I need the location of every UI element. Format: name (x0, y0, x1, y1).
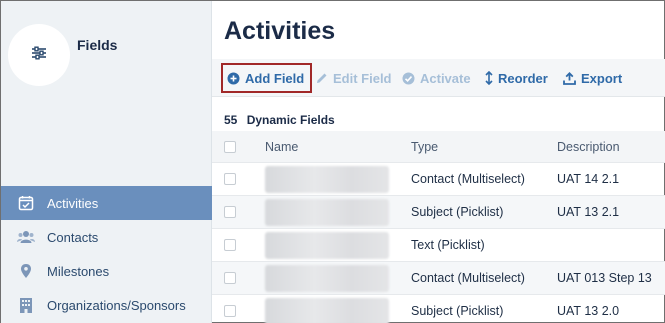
map-pin-icon (17, 262, 35, 280)
row-checkbox[interactable] (224, 272, 236, 284)
activate-button[interactable]: Activate (402, 63, 471, 93)
column-header-name[interactable]: Name (265, 131, 390, 162)
table-header: Name Type Description (212, 131, 665, 163)
redacted-name (265, 198, 389, 226)
cell-type: Subject (Picklist) (411, 304, 504, 318)
cell-type: Contact (Multiselect) (411, 271, 525, 285)
sidebar-item-label: Milestones (47, 263, 110, 279)
cell-type: Subject (Picklist) (411, 205, 504, 219)
plus-circle-icon (227, 72, 240, 85)
edit-field-label: Edit Field (333, 70, 392, 86)
fields-table: Name Type Description Contact (Multisele… (212, 131, 665, 323)
add-field-label: Add Field (245, 70, 305, 86)
users-icon (17, 228, 35, 246)
select-all-checkbox[interactable] (224, 140, 236, 153)
table-row[interactable]: Subject (Picklist) UAT 13 2.1 (212, 196, 665, 229)
reorder-label: Reorder (498, 70, 548, 86)
sidebar-item-activities[interactable]: Activities (1, 186, 212, 220)
sidebar-item-label: Organizations/Sponsors (47, 297, 186, 313)
sidebar-item-organizations[interactable]: Organizations/Sponsors (1, 288, 212, 322)
field-count-number: 55 (224, 113, 238, 127)
cell-description: UAT 13 2.1 (557, 205, 620, 219)
cell-description: UAT 13 2.0 (557, 304, 620, 318)
cell-description: UAT 14 2.1 (557, 172, 620, 186)
field-count: 55 Dynamic Fields (224, 113, 335, 127)
export-label: Export (581, 70, 623, 86)
redacted-name (265, 264, 389, 292)
page-title: Activities (224, 17, 336, 45)
table-row[interactable]: Text (Picklist) (212, 229, 665, 262)
export-button[interactable]: Export (563, 63, 622, 93)
redacted-name (265, 165, 389, 193)
sidebar-item-milestones[interactable]: Milestones (1, 254, 212, 288)
redacted-name (265, 231, 389, 259)
arrows-vertical-icon (485, 71, 493, 85)
cell-description (557, 229, 665, 261)
field-count-label: Dynamic Fields (246, 113, 335, 127)
cell-type: Text (Picklist) (411, 238, 485, 252)
table-row[interactable]: Contact (Multiselect) UAT 14 2.1 (212, 163, 665, 196)
upload-icon (563, 71, 576, 85)
main-panel: Activities Add Field Edit Field Activate… (212, 1, 665, 323)
check-circle-icon (402, 72, 415, 85)
row-checkbox[interactable] (224, 173, 236, 185)
sidebar-item-label: Activities (47, 195, 99, 211)
row-checkbox[interactable] (224, 239, 236, 251)
sidebar: Fields Activities Contacts Milestones Or… (1, 1, 212, 323)
column-header-description[interactable]: Description (557, 131, 665, 162)
toolbar: Add Field Edit Field Activate Reorder Ex… (212, 59, 665, 97)
sidebar-item-contacts[interactable]: Contacts (1, 220, 212, 254)
cell-type: Contact (Multiselect) (411, 172, 525, 186)
row-checkbox[interactable] (224, 206, 236, 218)
sliders-icon (30, 45, 48, 66)
sidebar-item-label: Contacts (47, 229, 99, 245)
cell-description: UAT 013 Step 13 (557, 271, 652, 285)
add-field-button[interactable]: Add Field (221, 63, 313, 93)
calendar-check-icon (17, 194, 35, 212)
row-checkbox[interactable] (224, 305, 236, 317)
sidebar-nav: Activities Contacts Milestones Organizat… (1, 186, 212, 322)
reorder-button[interactable]: Reorder (485, 63, 548, 93)
table-row[interactable]: Contact (Multiselect) UAT 013 Step 13 (212, 262, 665, 295)
app-logo (8, 24, 70, 86)
building-icon (17, 296, 35, 314)
pencil-icon (316, 72, 328, 84)
table-row[interactable]: Subject (Picklist) UAT 13 2.0 (212, 295, 665, 323)
activate-label: Activate (420, 70, 471, 86)
redacted-name (265, 297, 389, 323)
app-title: Fields (77, 37, 118, 53)
column-header-type[interactable]: Type (411, 131, 551, 162)
edit-field-button[interactable]: Edit Field (316, 63, 392, 93)
